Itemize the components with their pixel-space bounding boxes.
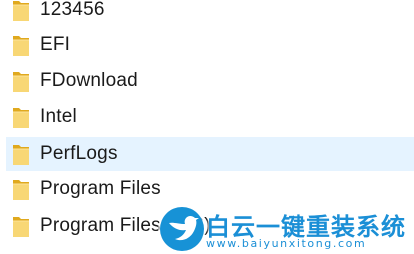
item-name: FDownload	[40, 70, 138, 91]
list-item-efi[interactable]: EFI	[6, 28, 414, 62]
item-name: Program Files	[40, 178, 161, 199]
list-item-intel[interactable]: Intel	[6, 100, 414, 134]
item-name: Intel	[40, 106, 77, 127]
watermark-url: www.baiyunxitong.com	[206, 237, 367, 250]
folder-icon	[12, 104, 30, 130]
list-item-program-files[interactable]: Program Files	[6, 172, 414, 206]
folder-icon	[12, 32, 30, 58]
folder-icon	[12, 0, 30, 23]
folder-icon	[12, 68, 30, 94]
list-item-123456[interactable]: 123456	[6, 0, 414, 27]
item-name: 123456	[40, 0, 105, 20]
bird-icon	[160, 207, 204, 251]
folder-icon	[12, 176, 30, 202]
watermark: 白云一键重装系统 www.baiyunxitong.com	[160, 207, 414, 254]
list-item-perflogs[interactable]: PerfLogs	[6, 137, 414, 171]
folder-icon	[12, 213, 30, 239]
item-name: EFI	[40, 34, 71, 55]
item-name: PerfLogs	[40, 143, 118, 164]
list-item-fdownload[interactable]: FDownload	[6, 64, 414, 98]
folder-icon	[12, 141, 30, 167]
